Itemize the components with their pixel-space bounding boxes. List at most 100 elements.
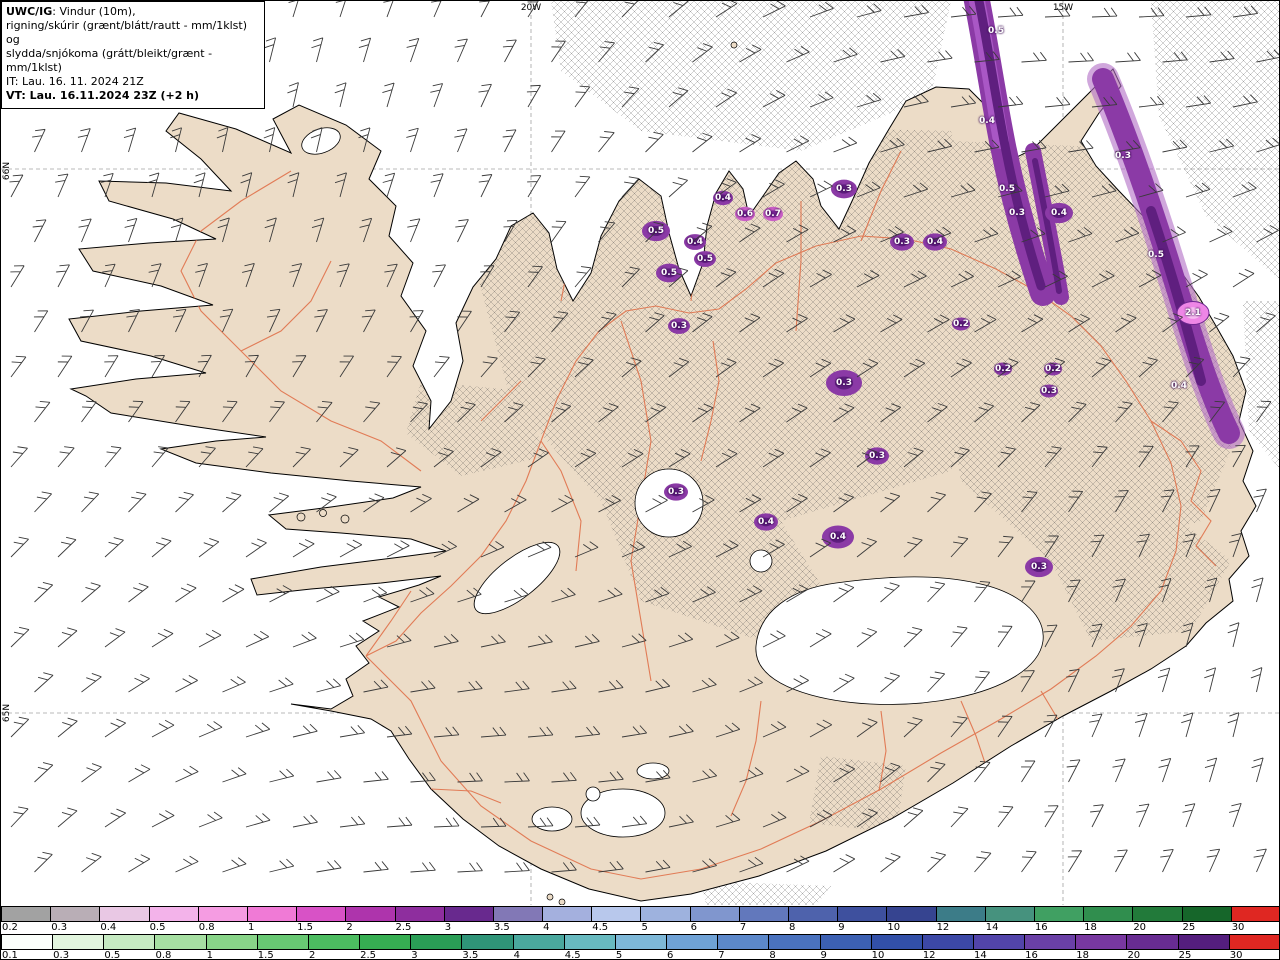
lat-label-66n: 66N [2, 162, 12, 180]
scale-tick-label: 0.4 [100, 922, 116, 933]
precip-blob-core [674, 322, 685, 330]
precip-blob-core [1052, 208, 1066, 218]
scale-cell: 18 [1076, 935, 1127, 949]
iceland-weather-map: 20W 15W 66N 65N [1, 1, 1280, 905]
scale-tick-label: 0.2 [2, 922, 18, 933]
scale-tick-label: 9 [838, 922, 844, 933]
scale-tick-label: 18 [1084, 922, 1097, 933]
precip-blob-core [700, 255, 711, 263]
scale-tick-label: 6 [667, 950, 673, 960]
scale-cell: 0.8 [155, 935, 206, 949]
scale-tick-label: 25 [1179, 950, 1192, 960]
init-time-line: IT: Lau. 16. 11. 2024 21Z [6, 75, 258, 89]
scale-tick-label: 6 [691, 922, 697, 933]
scale-tick-label: 3 [445, 922, 451, 933]
scale-tick-label: 0.1 [2, 950, 18, 960]
snow-scale-band: 0.2 0.3 0.4 0.5 0.8 1 1.5 2 [1, 906, 1280, 922]
scale-cell: 3 [411, 935, 462, 949]
scale-cell: 4 [514, 935, 565, 949]
scale-cell: 10 [872, 935, 923, 949]
scale-cell: 0.5 [104, 935, 155, 949]
scale-cell: 1.5 [258, 935, 309, 949]
scale-tick-label: 4 [543, 922, 549, 933]
scale-cell: 4.5 [592, 907, 641, 921]
lat-label-65n: 65N [2, 704, 12, 722]
scale-tick-label: 4 [514, 950, 520, 960]
header-rain-legend-line: rigning/skúrir (grænt/blátt/rautt - mm/1… [6, 19, 258, 47]
scale-cell: 20 [1133, 907, 1182, 921]
scale-tick-label: 1.5 [297, 922, 313, 933]
scale-cell: 18 [1084, 907, 1133, 921]
rain-scale-band: 0.1 0.3 0.5 0.8 1 1.5 2 2.5 [1, 934, 1280, 950]
precip-blob-core [871, 452, 883, 461]
scale-tick-label: 1.5 [258, 950, 274, 960]
precip-blob-core [690, 238, 701, 246]
scale-cell: 7 [740, 907, 789, 921]
scale-tick-label: 16 [1035, 922, 1048, 933]
scale-tick-label: 8 [769, 950, 775, 960]
scale-cell: 16 [1025, 935, 1076, 949]
precip-blob-core [760, 518, 772, 527]
rain-scale: 0.1 0.3 0.5 0.8 1 1.5 2 2.5 [1, 934, 1280, 960]
scale-cell: 8 [769, 935, 820, 949]
scale-cell: 20 [1127, 935, 1178, 949]
scale-tick-label: 7 [740, 922, 746, 933]
scale-tick-label: 3.5 [494, 922, 510, 933]
scale-cell: 2 [346, 907, 395, 921]
scale-cell: 4.5 [565, 935, 616, 949]
scale-cell: 8 [789, 907, 838, 921]
precip-blob-core [740, 210, 750, 217]
scale-tick-label: 1 [248, 922, 254, 933]
scale-cell: 2 [309, 935, 360, 949]
scale-tick-label: 0.8 [199, 922, 215, 933]
scale-cell: 0.3 [53, 935, 104, 949]
scale-cell: 30 [1232, 907, 1280, 921]
precip-blob-core [957, 321, 966, 327]
snow-sleet-scale: 0.2 0.3 0.4 0.5 0.8 1 1.5 2 [1, 906, 1280, 933]
scale-tick-label: 14 [986, 922, 999, 933]
precip-blob-core [835, 377, 853, 390]
scale-tick-label: 1 [207, 950, 213, 960]
scale-tick-label: 2.5 [360, 950, 376, 960]
scale-tick-label: 0.5 [150, 922, 166, 933]
precip-blob-core [670, 488, 682, 497]
scale-tick-label: 0.8 [155, 950, 171, 960]
hofsjokull-glacier [635, 469, 703, 537]
scale-tick-label: 4.5 [592, 922, 608, 933]
scale-cell: 1 [207, 935, 258, 949]
scale-tick-label: 8 [789, 922, 795, 933]
precip-blob-core [1045, 388, 1054, 394]
scale-tick-label: 18 [1076, 950, 1089, 960]
scale-tick-label: 3 [411, 950, 417, 960]
precip-blob-core [768, 210, 778, 217]
scale-cell: 9 [821, 935, 872, 949]
scale-cell: 12 [937, 907, 986, 921]
scale-cell: 16 [1035, 907, 1084, 921]
scale-cell: 3.5 [494, 907, 543, 921]
precip-blob-core [830, 531, 846, 543]
scale-cell: 10 [887, 907, 936, 921]
scale-cell: 0.8 [199, 907, 248, 921]
eyjafjallajokull-glacier [532, 807, 572, 831]
header-title-line: UWC/IG: Vindur (10m), [6, 5, 258, 19]
scale-cell: 9 [838, 907, 887, 921]
header-snow-legend-line: slydda/snjókoma (grátt/bleikt/grænt - mm… [6, 47, 258, 75]
scale-tick-label: 5 [616, 950, 622, 960]
scale-tick-label: 0.3 [53, 950, 69, 960]
precip-blob-core [718, 194, 728, 201]
scale-cell: 1 [248, 907, 297, 921]
scale-tick-label: 2 [346, 922, 352, 933]
scale-tick-label: 5 [641, 922, 647, 933]
scale-cell: 0.3 [51, 907, 100, 921]
scale-tick-label: 30 [1230, 950, 1243, 960]
scale-tick-label: 2.5 [396, 922, 412, 933]
lon-label-15w: 15W [1053, 3, 1073, 13]
colour-scales: 0.2 0.3 0.4 0.5 0.8 1 1.5 2 [1, 905, 1280, 960]
scale-tick-label: 20 [1133, 922, 1146, 933]
scale-cell: 4 [543, 907, 592, 921]
forecast-header-box: UWC/IG: Vindur (10m), rigning/skúrir (gr… [1, 1, 265, 109]
scale-tick-label: 14 [974, 950, 987, 960]
scale-tick-label: 9 [821, 950, 827, 960]
scale-cell: 25 [1183, 907, 1232, 921]
scale-tick-label: 0.3 [51, 922, 67, 933]
